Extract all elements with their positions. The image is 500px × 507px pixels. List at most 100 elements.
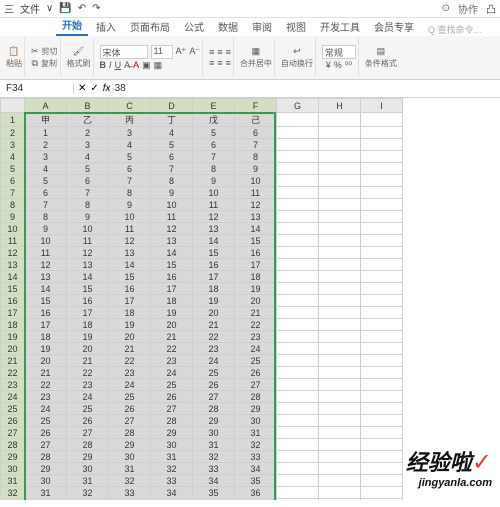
- cell[interactable]: [319, 259, 361, 271]
- cell[interactable]: [319, 307, 361, 319]
- cell[interactable]: [277, 403, 319, 415]
- cell[interactable]: 31: [25, 487, 67, 499]
- row-header-9[interactable]: 9: [1, 211, 25, 223]
- col-header-H[interactable]: H: [319, 99, 361, 113]
- cell[interactable]: [361, 139, 403, 151]
- cell[interactable]: 26: [151, 391, 193, 403]
- copy-icon[interactable]: ⧉: [32, 58, 38, 69]
- row-header-11[interactable]: 11: [1, 235, 25, 247]
- cell[interactable]: 24: [193, 355, 235, 367]
- col-header-F[interactable]: F: [235, 99, 277, 113]
- cell[interactable]: 14: [151, 247, 193, 259]
- cell[interactable]: 29: [67, 451, 109, 463]
- number-format-select[interactable]: 常规: [322, 45, 356, 59]
- command-search[interactable]: Q 查找命令…: [428, 23, 483, 36]
- cell[interactable]: 18: [67, 319, 109, 331]
- tab-4[interactable]: 数据: [212, 17, 244, 36]
- undo-icon[interactable]: ↶: [78, 3, 86, 14]
- cell[interactable]: 12: [193, 211, 235, 223]
- cell[interactable]: [277, 187, 319, 199]
- cell[interactable]: [361, 199, 403, 211]
- cell[interactable]: [361, 187, 403, 199]
- cell[interactable]: 己: [235, 113, 277, 127]
- cell[interactable]: 5: [109, 151, 151, 163]
- cell[interactable]: [361, 499, 403, 501]
- cell[interactable]: 34: [151, 487, 193, 499]
- cell[interactable]: 14: [67, 271, 109, 283]
- strike-icon[interactable]: A̶: [124, 60, 130, 70]
- cell[interactable]: [361, 113, 403, 127]
- cell[interactable]: [319, 163, 361, 175]
- cell[interactable]: 28: [109, 427, 151, 439]
- comma-icon[interactable]: ⁰⁰: [345, 60, 352, 71]
- cell[interactable]: 25: [193, 367, 235, 379]
- row-header-3[interactable]: 3: [1, 139, 25, 151]
- accept-icon[interactable]: ✓: [90, 83, 98, 94]
- cell[interactable]: [361, 151, 403, 163]
- cell[interactable]: 30: [235, 415, 277, 427]
- cell[interactable]: 7: [109, 175, 151, 187]
- cell[interactable]: [361, 163, 403, 175]
- cell[interactable]: 31: [151, 451, 193, 463]
- cell[interactable]: 9: [235, 163, 277, 175]
- cell[interactable]: 18: [235, 271, 277, 283]
- worksheet[interactable]: ABCDEFGHI1甲乙丙丁戊己212345632345674345678545…: [0, 98, 500, 500]
- percent-icon[interactable]: %: [334, 60, 342, 70]
- cell[interactable]: [361, 307, 403, 319]
- cell[interactable]: 21: [193, 319, 235, 331]
- cell[interactable]: [277, 247, 319, 259]
- cell[interactable]: 7: [67, 187, 109, 199]
- formula-input[interactable]: 38: [115, 83, 496, 94]
- cell[interactable]: 34: [193, 475, 235, 487]
- cell[interactable]: 31: [109, 463, 151, 475]
- cell[interactable]: 17: [193, 271, 235, 283]
- cell[interactable]: 3: [109, 127, 151, 139]
- cell[interactable]: 11: [193, 199, 235, 211]
- cell[interactable]: [277, 271, 319, 283]
- cell[interactable]: [277, 139, 319, 151]
- cell[interactable]: 23: [25, 391, 67, 403]
- cell[interactable]: 7: [151, 163, 193, 175]
- cell[interactable]: [277, 331, 319, 343]
- cell[interactable]: 12: [25, 259, 67, 271]
- cell[interactable]: 33: [67, 499, 109, 501]
- cell[interactable]: [361, 283, 403, 295]
- cell[interactable]: 12: [67, 247, 109, 259]
- cell[interactable]: 7: [193, 151, 235, 163]
- cell[interactable]: 26: [235, 367, 277, 379]
- cell[interactable]: 15: [25, 295, 67, 307]
- tab-8[interactable]: 会员专享: [368, 17, 420, 36]
- cell[interactable]: 5: [151, 139, 193, 151]
- cell[interactable]: 13: [235, 211, 277, 223]
- row-header-33[interactable]: 33: [1, 499, 25, 501]
- border-icon[interactable]: ▦: [154, 60, 163, 71]
- cell[interactable]: [277, 295, 319, 307]
- cell[interactable]: 18: [109, 307, 151, 319]
- cell[interactable]: 11: [235, 187, 277, 199]
- cell[interactable]: [277, 487, 319, 499]
- cell[interactable]: 8: [25, 211, 67, 223]
- italic-icon[interactable]: I: [109, 60, 112, 70]
- cell[interactable]: 29: [109, 439, 151, 451]
- align-bot-icon[interactable]: ≡: [226, 47, 231, 57]
- col-header-A[interactable]: A: [25, 99, 67, 113]
- cell[interactable]: [319, 199, 361, 211]
- cell[interactable]: [319, 499, 361, 501]
- cell[interactable]: 6: [193, 139, 235, 151]
- font-color-icon[interactable]: A: [133, 60, 139, 70]
- cell[interactable]: [361, 403, 403, 415]
- row-header-2[interactable]: 2: [1, 127, 25, 139]
- menu-icon[interactable]: 三: [4, 1, 14, 16]
- cell[interactable]: 26: [109, 403, 151, 415]
- cell[interactable]: 27: [151, 403, 193, 415]
- cell[interactable]: 8: [109, 187, 151, 199]
- cell[interactable]: 15: [67, 283, 109, 295]
- cell[interactable]: [277, 499, 319, 501]
- cell[interactable]: 17: [151, 283, 193, 295]
- col-header-E[interactable]: E: [193, 99, 235, 113]
- cell[interactable]: 30: [25, 475, 67, 487]
- cell[interactable]: [361, 427, 403, 439]
- cell[interactable]: [319, 319, 361, 331]
- col-header-I[interactable]: I: [361, 99, 403, 113]
- cell[interactable]: 18: [193, 283, 235, 295]
